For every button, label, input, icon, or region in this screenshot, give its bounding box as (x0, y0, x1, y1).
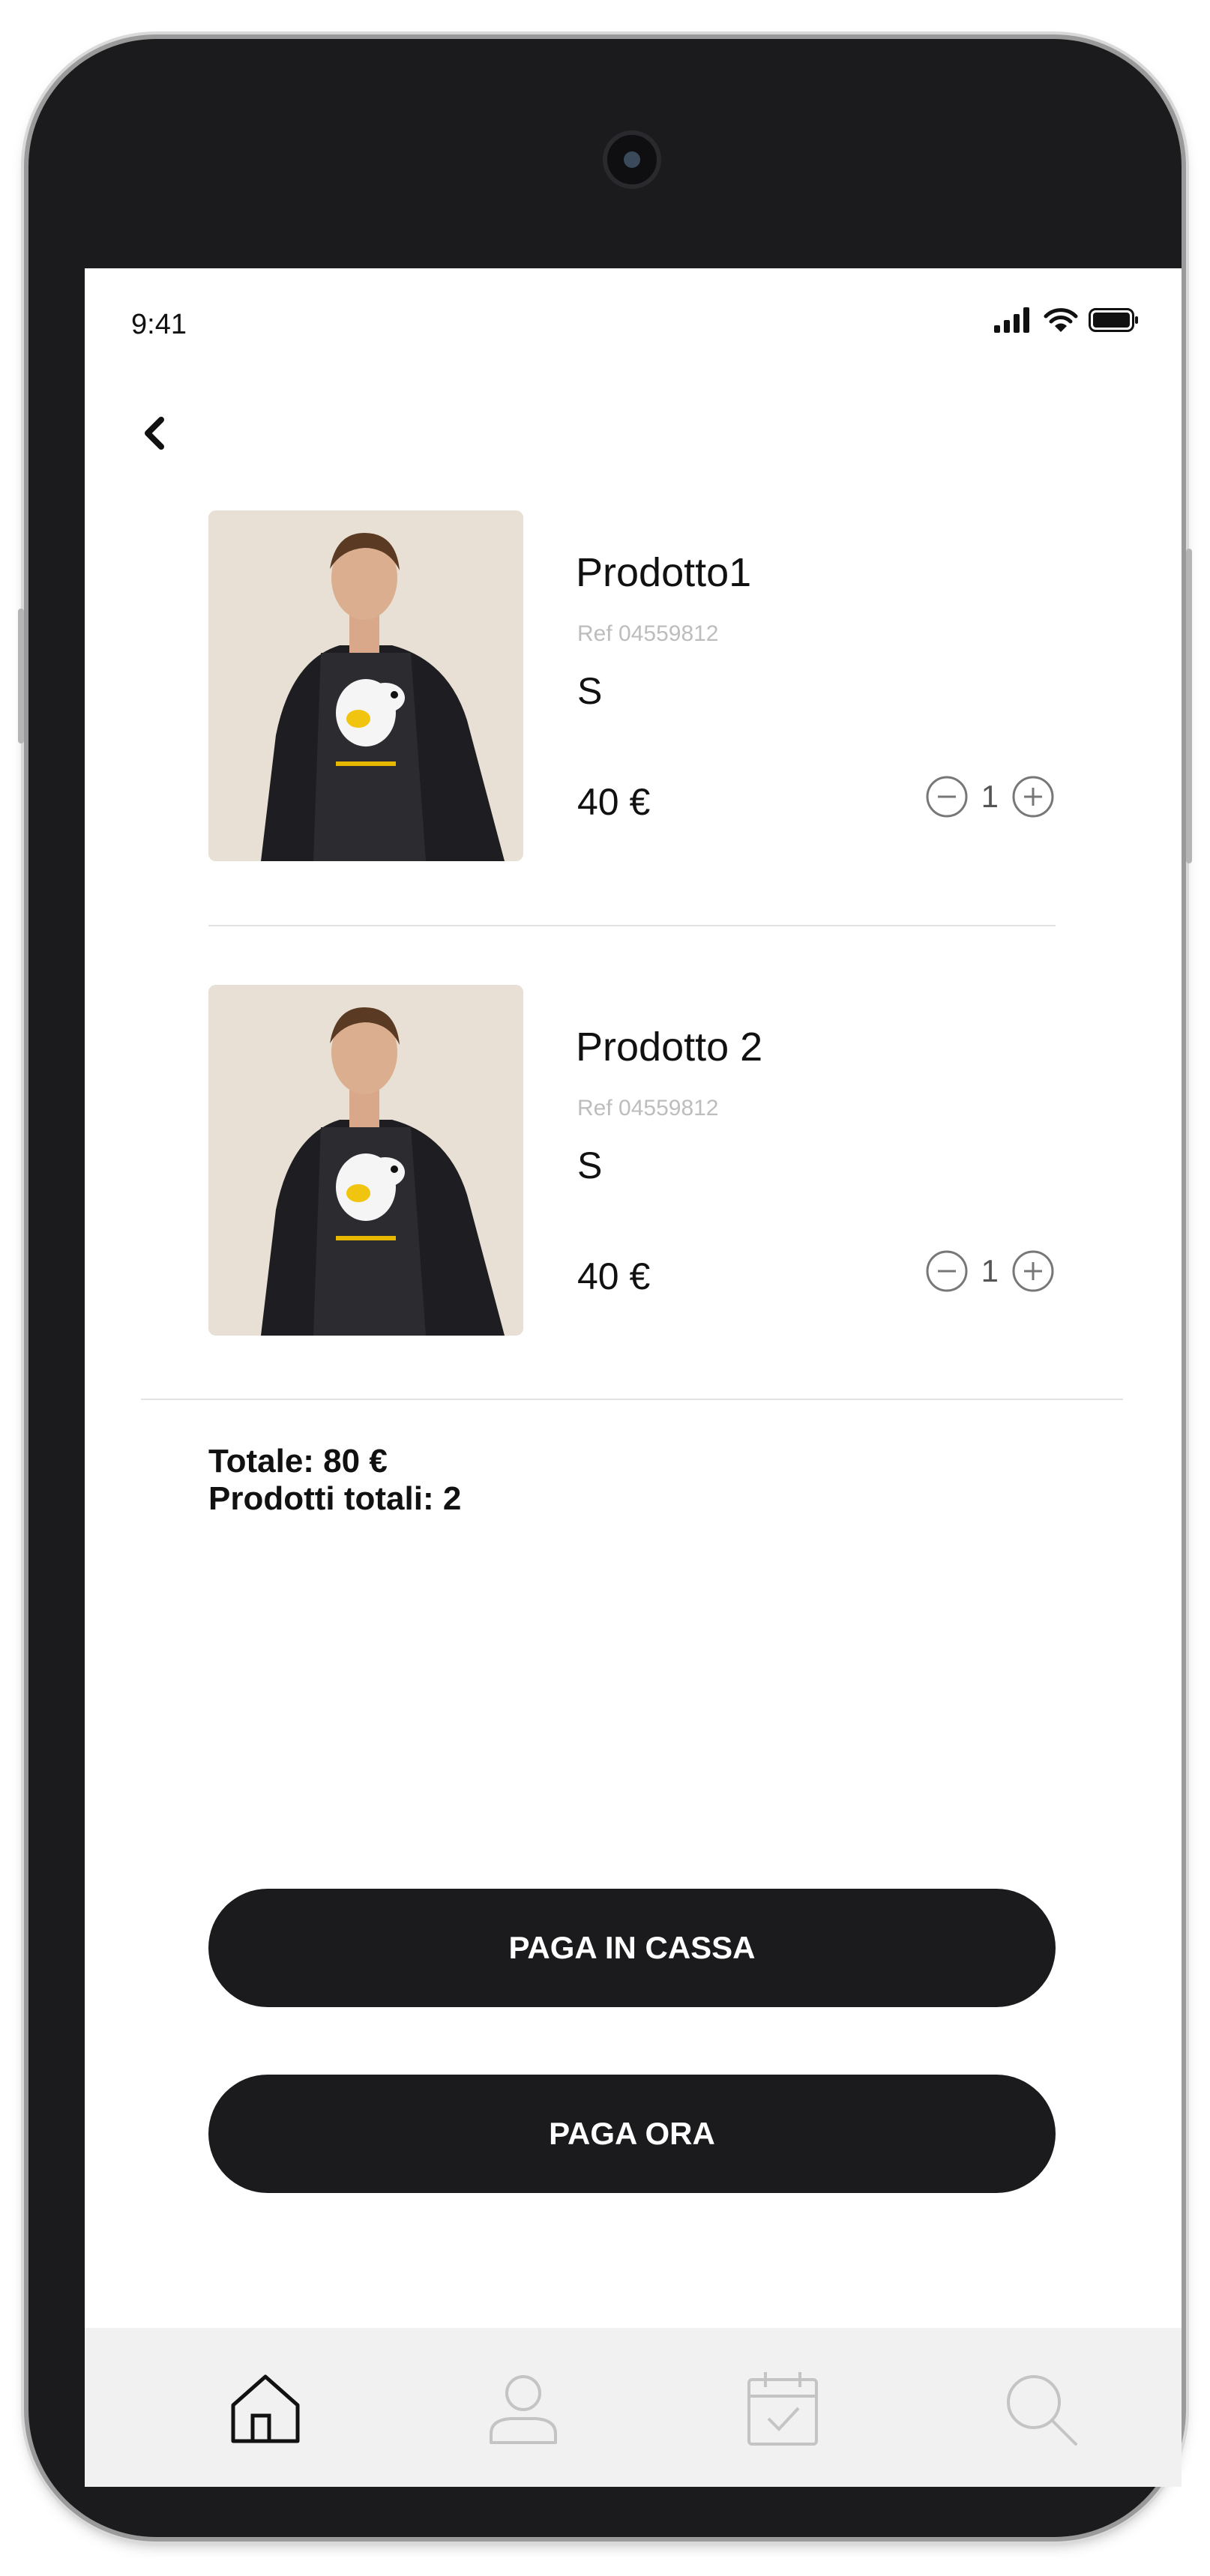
page: 9:41 Prodotto1 Ref 04559812 S 40 € 1 Pro… (0, 0, 1210, 2576)
status-time: 9:41 (131, 309, 187, 340)
calendar-check-icon[interactable] (743, 2369, 822, 2449)
front-camera (603, 130, 661, 189)
power-button (1186, 549, 1192, 863)
pay-in-store-button[interactable]: PAGA IN CASSA (208, 1889, 1056, 2007)
total-products: Prodotti totali: 2 (208, 1480, 462, 1517)
cart-item: Prodotto 2 Ref 04559812 S 40 € 1 (208, 985, 1056, 1337)
quantity-stepper: 1 (924, 774, 1056, 819)
pay-now-button[interactable]: PAGA ORA (208, 2075, 1056, 2193)
cart-item: Prodotto1 Ref 04559812 S 40 € 1 (208, 510, 1056, 863)
product-name: Prodotto1 (576, 550, 752, 595)
quantity-stepper: 1 (924, 1249, 1056, 1294)
tab-bar (85, 2328, 1182, 2487)
minus-circle-icon[interactable] (924, 1249, 969, 1294)
product-ref: Ref 04559812 (577, 1096, 719, 1120)
product-name: Prodotto 2 (576, 1025, 763, 1070)
cart-summary: Totale: 80 € Prodotti totali: 2 (208, 1443, 461, 1518)
phone-frame: 9:41 Prodotto1 Ref 04559812 S 40 € 1 Pro… (18, 39, 1192, 2537)
quantity-value: 1 (981, 1253, 999, 1288)
product-price: 40 € (577, 1255, 651, 1297)
quantity-value: 1 (981, 779, 999, 814)
summary-divider (141, 1399, 1123, 1400)
search-icon[interactable] (1001, 2369, 1080, 2449)
product-size: S (577, 1144, 603, 1186)
battery-icon (1089, 308, 1138, 332)
app-screen: 9:41 Prodotto1 Ref 04559812 S 40 € 1 Pro… (85, 268, 1182, 2487)
minus-circle-icon[interactable] (924, 774, 969, 819)
wifi-icon (1044, 308, 1078, 332)
product-size: S (577, 670, 603, 712)
product-image[interactable] (208, 510, 523, 861)
plus-circle-icon[interactable] (1011, 774, 1056, 819)
plus-circle-icon[interactable] (1011, 1249, 1056, 1294)
item-divider (208, 925, 1056, 926)
product-ref: Ref 04559812 (577, 621, 719, 646)
back-chevron-icon[interactable] (133, 411, 178, 456)
product-image[interactable] (208, 985, 523, 1336)
home-icon[interactable] (226, 2369, 305, 2449)
product-price: 40 € (577, 781, 651, 823)
status-icons (994, 307, 1140, 333)
user-icon[interactable] (484, 2369, 563, 2449)
total-amount: Totale: 80 € (208, 1443, 388, 1479)
volume-button (18, 609, 24, 743)
cellular-signal-icon (994, 307, 1029, 333)
